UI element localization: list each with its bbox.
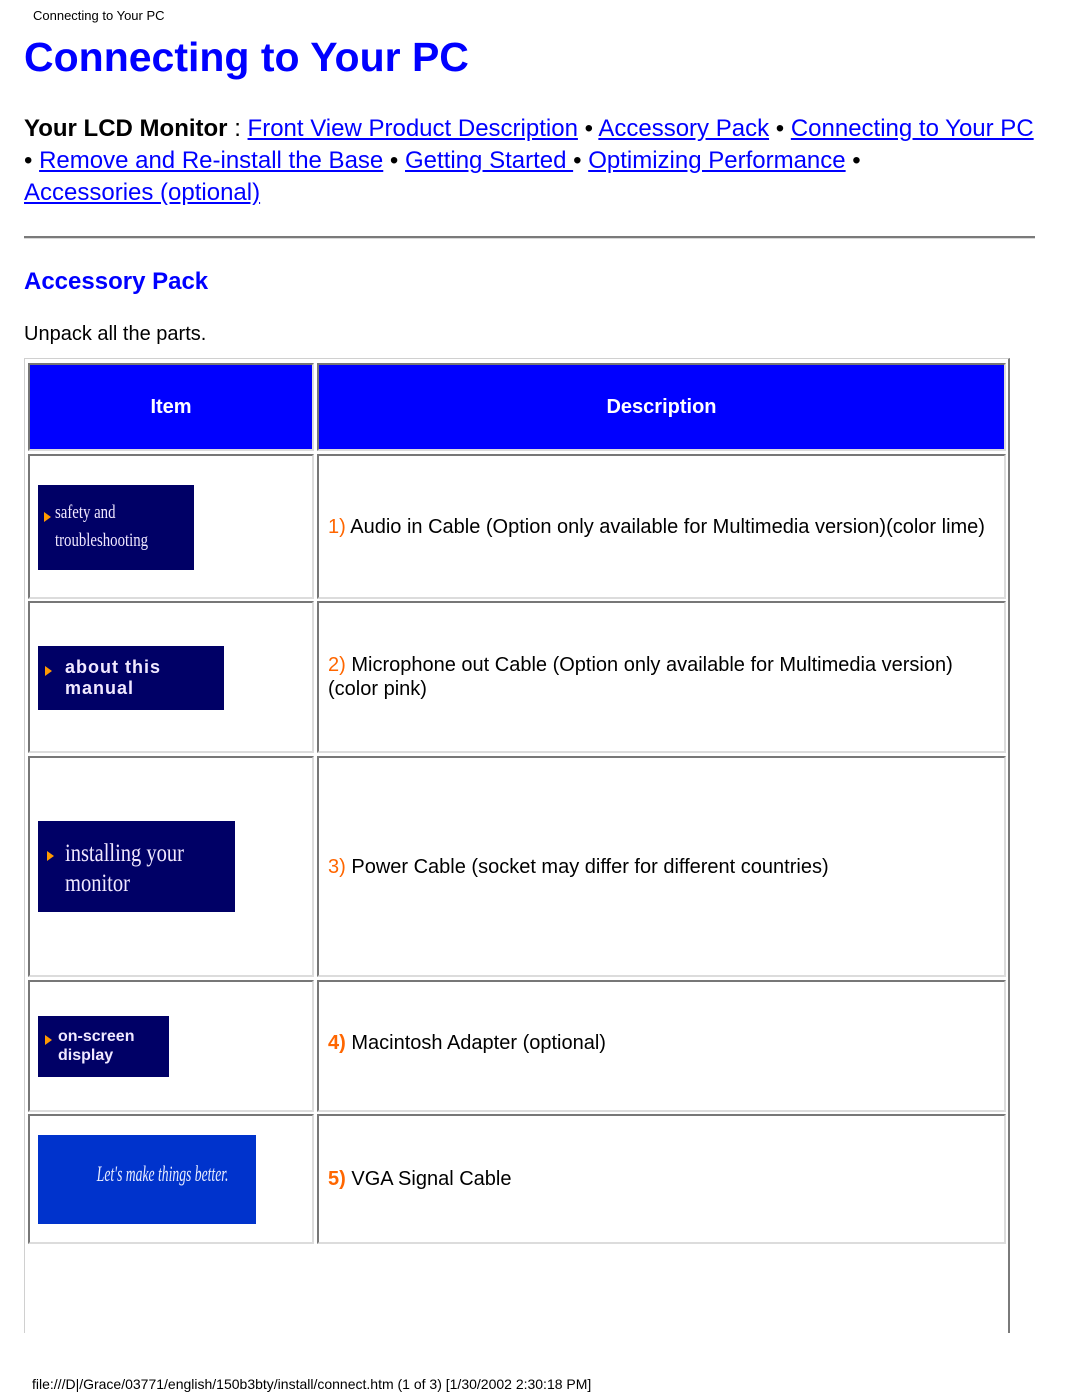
- table-row-description-cell: 2) Microphone out Cable (Option only ava…: [317, 601, 1006, 753]
- table-row-item-cell: installing your monitor: [28, 756, 314, 977]
- image-label-line: manual: [65, 678, 135, 698]
- nav-link-remove-base[interactable]: Remove and Re-install the Base: [39, 147, 383, 174]
- nav-colon: :: [227, 115, 248, 142]
- item-description: Microphone out Cable (Option only availa…: [328, 654, 953, 700]
- section-title: Accessory Pack: [24, 268, 209, 295]
- running-header: Connecting to Your PC: [33, 8, 165, 23]
- description-text: 1) Audio in Cable (Option only available…: [328, 515, 985, 539]
- image-label-line: monitor: [65, 870, 130, 897]
- image-label-line: Let's make things better.: [96, 1161, 228, 1186]
- nav-link-front-view[interactable]: Front View Product Description: [248, 115, 578, 142]
- table-row-description-cell: 4) Macintosh Adapter (optional): [317, 980, 1006, 1112]
- horizontal-rule: [24, 236, 1035, 239]
- about-manual-image: about this manual: [38, 646, 224, 710]
- nav-link-optimizing[interactable]: Optimizing Performance: [588, 147, 845, 174]
- table-row-description-cell: 5) VGA Signal Cable: [317, 1114, 1006, 1244]
- nav-bullet: •: [24, 147, 40, 174]
- item-description: Macintosh Adapter (optional): [345, 1032, 606, 1054]
- column-header-description: Description: [317, 363, 1006, 451]
- item-number: 4): [328, 1032, 346, 1054]
- nav-bullet: •: [383, 147, 406, 174]
- table-row-item-cell: on-screen display: [28, 980, 314, 1112]
- table-row-item-cell: safety and troubleshooting: [28, 454, 314, 599]
- description-text: 2) Microphone out Cable (Option only ava…: [328, 653, 994, 701]
- image-label-line: about this: [65, 657, 161, 677]
- item-number: 3): [328, 855, 346, 878]
- description-text: 3) Power Cable (socket may differ for di…: [328, 855, 829, 879]
- nav-bullet: •: [573, 147, 589, 174]
- item-description: Audio in Cable (Option only available fo…: [345, 515, 985, 538]
- installing-monitor-image: installing your monitor: [38, 821, 235, 912]
- table-row-description-cell: 3) Power Cable (socket may differ for di…: [317, 756, 1006, 977]
- arrow-icon: [44, 512, 51, 522]
- description-text: 5) VGA Signal Cable: [328, 1167, 511, 1191]
- table-row-item-cell: about this manual: [28, 601, 314, 753]
- nav-bullet: •: [769, 115, 791, 142]
- image-label-line: safety and: [55, 502, 116, 523]
- image-label-line: display: [58, 1047, 114, 1064]
- column-header-item: Item: [28, 363, 314, 451]
- table-row-description-cell: 1) Audio in Cable (Option only available…: [317, 454, 1006, 599]
- item-number: 5): [328, 1168, 346, 1190]
- item-description: VGA Signal Cable: [345, 1168, 512, 1190]
- brand-slogan-image: Let's make things better.: [38, 1135, 256, 1224]
- image-label-line: on-screen: [58, 1028, 135, 1045]
- page-footer: file:///D|/Grace/03771/english/150b3bty/…: [32, 1376, 592, 1392]
- description-text: 4) Macintosh Adapter (optional): [328, 1031, 606, 1055]
- image-label-line: installing your: [65, 840, 185, 867]
- item-description: Power Cable (socket may differ for diffe…: [345, 855, 829, 878]
- arrow-icon: [47, 851, 54, 861]
- nav-link-getting-started[interactable]: Getting Started: [405, 147, 573, 174]
- page-title: Connecting to Your PC: [24, 34, 469, 80]
- item-number: 1): [328, 515, 346, 538]
- intro-text: Unpack all the parts.: [24, 323, 207, 345]
- safety-troubleshooting-image: safety and troubleshooting: [38, 485, 194, 570]
- arrow-icon: [45, 666, 52, 676]
- item-number: 2): [328, 654, 346, 676]
- nav-link-accessories[interactable]: Accessories (optional): [24, 179, 260, 206]
- image-label-line: troubleshooting: [55, 530, 149, 551]
- table-row-item-cell: Let's make things better.: [28, 1114, 314, 1244]
- on-screen-display-image: on-screen display: [38, 1016, 169, 1077]
- breadcrumb-nav: Your LCD Monitor : Front View Product De…: [24, 113, 1044, 209]
- nav-bullet: •: [845, 147, 861, 174]
- nav-link-connecting[interactable]: Connecting to Your PC: [791, 115, 1034, 142]
- nav-lead: Your LCD Monitor: [24, 115, 228, 142]
- nav-link-accessory-pack[interactable]: Accessory Pack: [598, 115, 769, 142]
- arrow-icon: [45, 1035, 52, 1045]
- nav-bullet: •: [577, 115, 599, 142]
